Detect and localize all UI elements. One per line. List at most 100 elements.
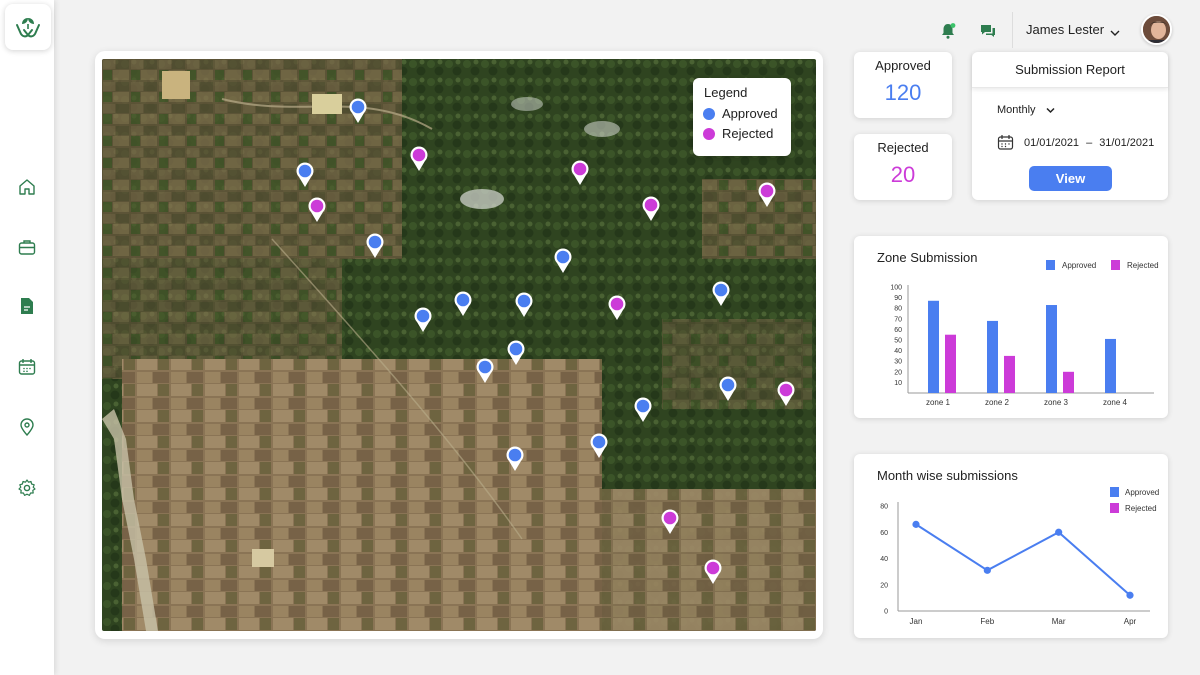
sidebar: [0, 0, 54, 675]
approved-data-point: [912, 520, 920, 528]
chevron-down-icon[interactable]: [1110, 24, 1120, 42]
approved-bar: [1046, 305, 1057, 393]
nav-home[interactable]: [13, 173, 41, 201]
approved-map-marker-icon[interactable]: [554, 248, 572, 273]
nav-documents[interactable]: [13, 292, 41, 320]
rejected-map-marker-icon[interactable]: [571, 160, 589, 185]
legend-approved-swatch: [1110, 487, 1119, 497]
legend-approved-swatch: [1046, 260, 1055, 270]
y-tick-label: 60: [880, 530, 888, 537]
approved-map-marker-icon[interactable]: [476, 358, 494, 383]
submission-report-card: Submission Report Monthly 01/01/2021 – 3…: [972, 52, 1168, 200]
legend-rejected-label: Rejected: [722, 126, 774, 141]
legend-rejected-swatch: [1111, 260, 1120, 270]
rejected-map-marker-icon[interactable]: [410, 146, 428, 171]
chevron-down-icon: [1046, 107, 1055, 113]
date-range[interactable]: 01/01/2021 – 31/01/2021: [997, 134, 1154, 151]
y-tick-label: 80: [894, 306, 902, 313]
approved-map-marker-icon[interactable]: [719, 376, 737, 401]
date-to: 31/01/2021: [1099, 136, 1155, 149]
marker-fill: [592, 435, 606, 449]
approved-map-marker-icon[interactable]: [454, 291, 472, 316]
approved-data-point: [1126, 591, 1134, 599]
approved-map-marker-icon[interactable]: [712, 281, 730, 306]
y-tick-label: 50: [894, 338, 902, 345]
approved-map-marker-icon[interactable]: [515, 292, 533, 317]
approved-bar: [1105, 338, 1116, 393]
satellite-map[interactable]: Legend Approved Rejected: [102, 59, 816, 631]
approved-series-line: [915, 523, 1131, 596]
approved-map-marker-icon[interactable]: [349, 98, 367, 123]
document-icon: [21, 298, 33, 314]
calendar-icon: [997, 135, 1014, 150]
frequency-select[interactable]: Monthly: [997, 104, 1055, 116]
rejected-map-marker-icon[interactable]: [704, 559, 722, 584]
approved-map-marker-icon[interactable]: [507, 340, 525, 365]
user-name[interactable]: James Lester: [1026, 22, 1104, 37]
avatar[interactable]: [1141, 14, 1172, 45]
y-tick-label: 40: [894, 348, 902, 355]
marker-fill: [779, 383, 793, 397]
rejected-map-marker-icon[interactable]: [642, 196, 660, 221]
marker-fill: [368, 235, 382, 249]
rejected-stat-value: 20: [890, 162, 916, 187]
legend-label: Rejected: [1127, 261, 1159, 270]
y-tick-label: 0: [884, 609, 888, 616]
briefcase-icon: [18, 240, 36, 255]
marker-fill: [636, 399, 650, 413]
legend-approved: Approved: [703, 106, 781, 121]
y-tick-label: 40: [880, 556, 888, 563]
x-tick-label: Apr: [1124, 617, 1137, 626]
nav-settings[interactable]: [13, 474, 41, 502]
approved-bar: [987, 320, 998, 393]
rejected-bar: [1004, 355, 1015, 393]
marker-fill: [644, 198, 658, 212]
settings-icon: [18, 479, 36, 496]
report-title: Submission Report: [972, 52, 1168, 88]
approved-map-marker-icon[interactable]: [366, 233, 384, 258]
marker-fill: [714, 283, 728, 297]
x-tick-label: Jan: [910, 617, 923, 626]
approved-stat-card: Approved 120: [854, 52, 952, 118]
rejected-stat-card: Rejected 20: [854, 134, 952, 200]
rejected-map-marker-icon[interactable]: [777, 381, 795, 406]
legend-approved-label: Approved: [722, 106, 778, 121]
marker-fill: [663, 511, 677, 525]
notification-bell-icon[interactable]: [937, 20, 959, 42]
nav-briefcase[interactable]: [13, 233, 41, 261]
x-tick-label: zone 4: [1103, 398, 1128, 407]
rejected-map-marker-icon[interactable]: [608, 295, 626, 320]
approved-map-marker-icon[interactable]: [506, 446, 524, 471]
marker-fill: [706, 561, 720, 575]
chat-icon[interactable]: [977, 20, 999, 42]
map-card: Legend Approved Rejected: [95, 51, 823, 639]
x-tick-label: zone 2: [985, 398, 1010, 407]
y-tick-label: 90: [894, 295, 902, 302]
rejected-map-marker-icon[interactable]: [308, 197, 326, 222]
app-logo[interactable]: [5, 4, 51, 50]
y-tick-label: 30: [894, 359, 902, 366]
legend-label: Rejected: [1125, 504, 1157, 513]
legend-label: Approved: [1125, 488, 1159, 497]
approved-map-marker-icon[interactable]: [414, 307, 432, 332]
approved-map-marker-icon[interactable]: [296, 162, 314, 187]
y-tick-label: 10: [894, 380, 902, 387]
hands-leaf-icon: [16, 18, 40, 38]
rejected-map-marker-icon[interactable]: [661, 509, 679, 534]
approved-dot-icon: [703, 107, 715, 120]
marker-fill: [456, 293, 470, 307]
view-button[interactable]: View: [1029, 166, 1112, 191]
rejected-bar: [1063, 371, 1074, 393]
rejected-bar: [945, 334, 956, 393]
y-tick-label: 100: [890, 285, 902, 292]
approved-map-marker-icon[interactable]: [634, 397, 652, 422]
nav-location[interactable]: [13, 413, 41, 441]
approved-data-point: [983, 566, 991, 574]
rejected-map-marker-icon[interactable]: [758, 182, 776, 207]
nav-calendar[interactable]: [13, 353, 41, 381]
approved-stat-label: Approved: [875, 58, 931, 73]
zone-bar-chart: 10 20 30 40 50 60 70 80 90 100 zone 1 zone 2 zone 3 z…: [890, 260, 1159, 407]
legend-rejected: Rejected: [703, 126, 781, 141]
y-tick-label: 20: [894, 369, 902, 376]
approved-map-marker-icon[interactable]: [590, 433, 608, 458]
